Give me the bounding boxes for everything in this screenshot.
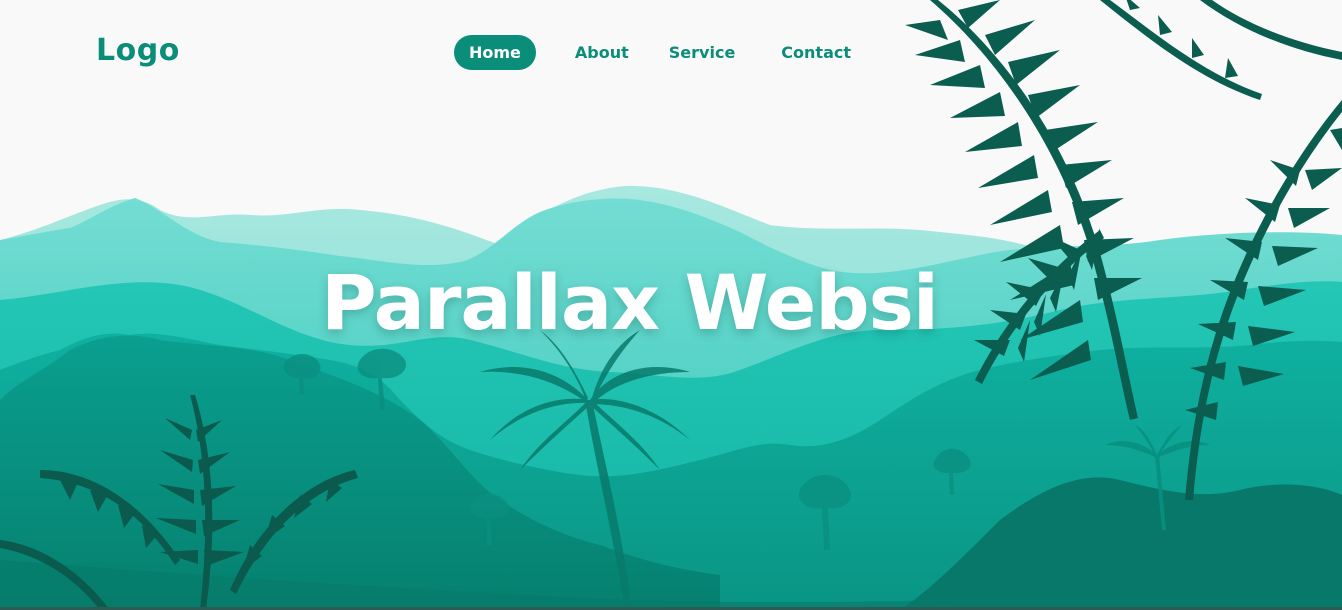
nav-service[interactable]: Service — [654, 35, 751, 70]
logo[interactable]: Logo — [96, 33, 180, 68]
nav-contact[interactable]: Contact — [766, 35, 866, 70]
nav-home[interactable]: Home — [454, 35, 536, 70]
nav-about[interactable]: About — [560, 35, 644, 70]
hero-title: Parallax Websi — [321, 258, 939, 347]
site-header: Logo Home About Service Contact — [0, 0, 1342, 104]
main-nav: Home About Service Contact — [454, 35, 876, 70]
